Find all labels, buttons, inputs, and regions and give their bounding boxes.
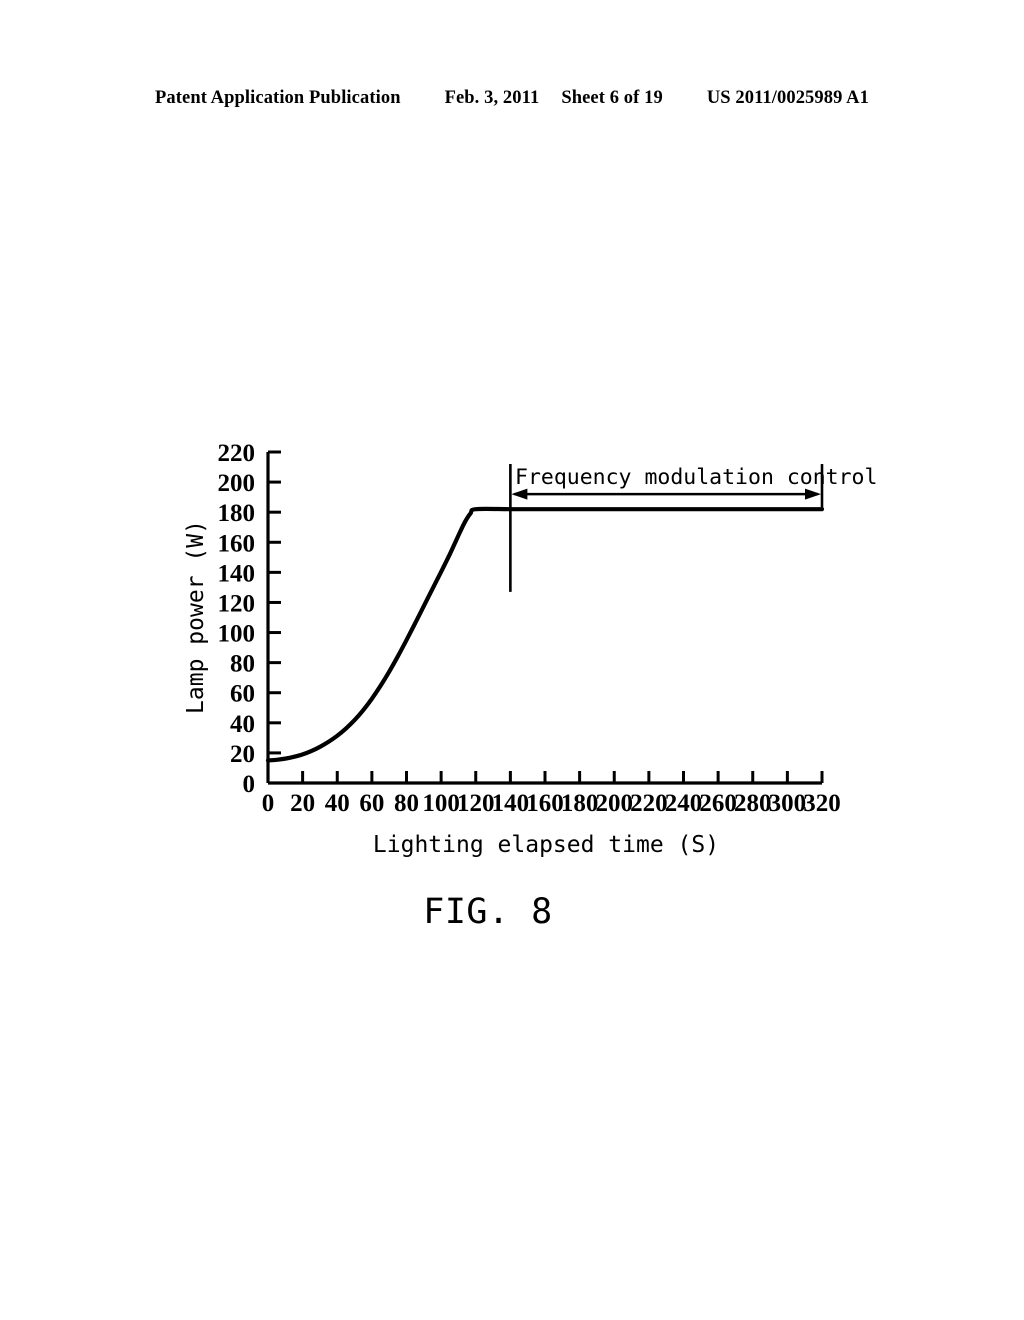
y-tick-label: 180 xyxy=(218,500,256,527)
x-tick-label: 60 xyxy=(359,790,384,817)
x-tick-label: 180 xyxy=(561,790,599,817)
y-tick-label: 200 xyxy=(218,470,256,497)
y-tick-label: 0 xyxy=(243,771,256,798)
figure-caption: FIG. 8 xyxy=(423,892,552,932)
y-axis-tick-labels: 0 20 40 60 80 100 120 140 160 180 200 220 xyxy=(218,440,256,798)
frequency-modulation-arrow xyxy=(511,488,821,500)
x-tick-label: 260 xyxy=(699,790,737,817)
y-axis-ticks xyxy=(268,450,281,785)
y-tick-label: 60 xyxy=(230,681,255,708)
lamp-power-chart: 020406080100120140160180200220 0 20 40 60 80… xyxy=(183,440,877,932)
annotation-arrow-head-right xyxy=(805,488,821,500)
y-axis-title: Lamp power (W) xyxy=(183,520,209,714)
x-tick-label: 120 xyxy=(457,790,495,817)
x-tick-label: 320 xyxy=(803,790,841,817)
x-tick-label: 0 xyxy=(262,790,275,817)
y-tick-label: 220 xyxy=(218,440,256,467)
x-tick-label: 200 xyxy=(596,790,634,817)
y-tick-label: 160 xyxy=(218,530,256,557)
y-tick-label: 80 xyxy=(230,651,255,678)
y-tick-label: 40 xyxy=(230,711,255,738)
annotation-arrow-head-left xyxy=(511,488,528,500)
x-tick-label: 160 xyxy=(526,790,564,817)
y-tick-label: 140 xyxy=(218,560,256,587)
x-axis-title: Lighting elapsed time (S) xyxy=(373,832,719,858)
x-tick-label: 80 xyxy=(394,790,419,817)
x-tick-label: 40 xyxy=(325,790,350,817)
frequency-modulation-control-label: Frequency modulation control xyxy=(515,465,877,490)
y-tick-label: 100 xyxy=(218,621,256,648)
x-tick-label: 280 xyxy=(734,790,772,817)
x-tick-label: 100 xyxy=(422,790,460,817)
x-tick-label: 240 xyxy=(665,790,703,817)
figure-8-container: 0 20 40 60 80 100 120 140 160 180 200 220 0 20 40 60 80… xyxy=(0,0,1024,1320)
lamp-power-curve xyxy=(265,506,825,763)
y-tick-label: 120 xyxy=(218,590,256,617)
x-axis-tick-labels: 0 20 40 60 80 1001201401601802002202402602803… xyxy=(262,790,841,817)
x-tick-label: 300 xyxy=(769,790,807,817)
x-tick-label: 140 xyxy=(492,790,530,817)
x-tick-label: 20 xyxy=(290,790,315,817)
y-tick-label: 20 xyxy=(230,741,255,768)
x-axis-ticks xyxy=(266,771,824,783)
x-tick-label: 220 xyxy=(630,790,668,817)
